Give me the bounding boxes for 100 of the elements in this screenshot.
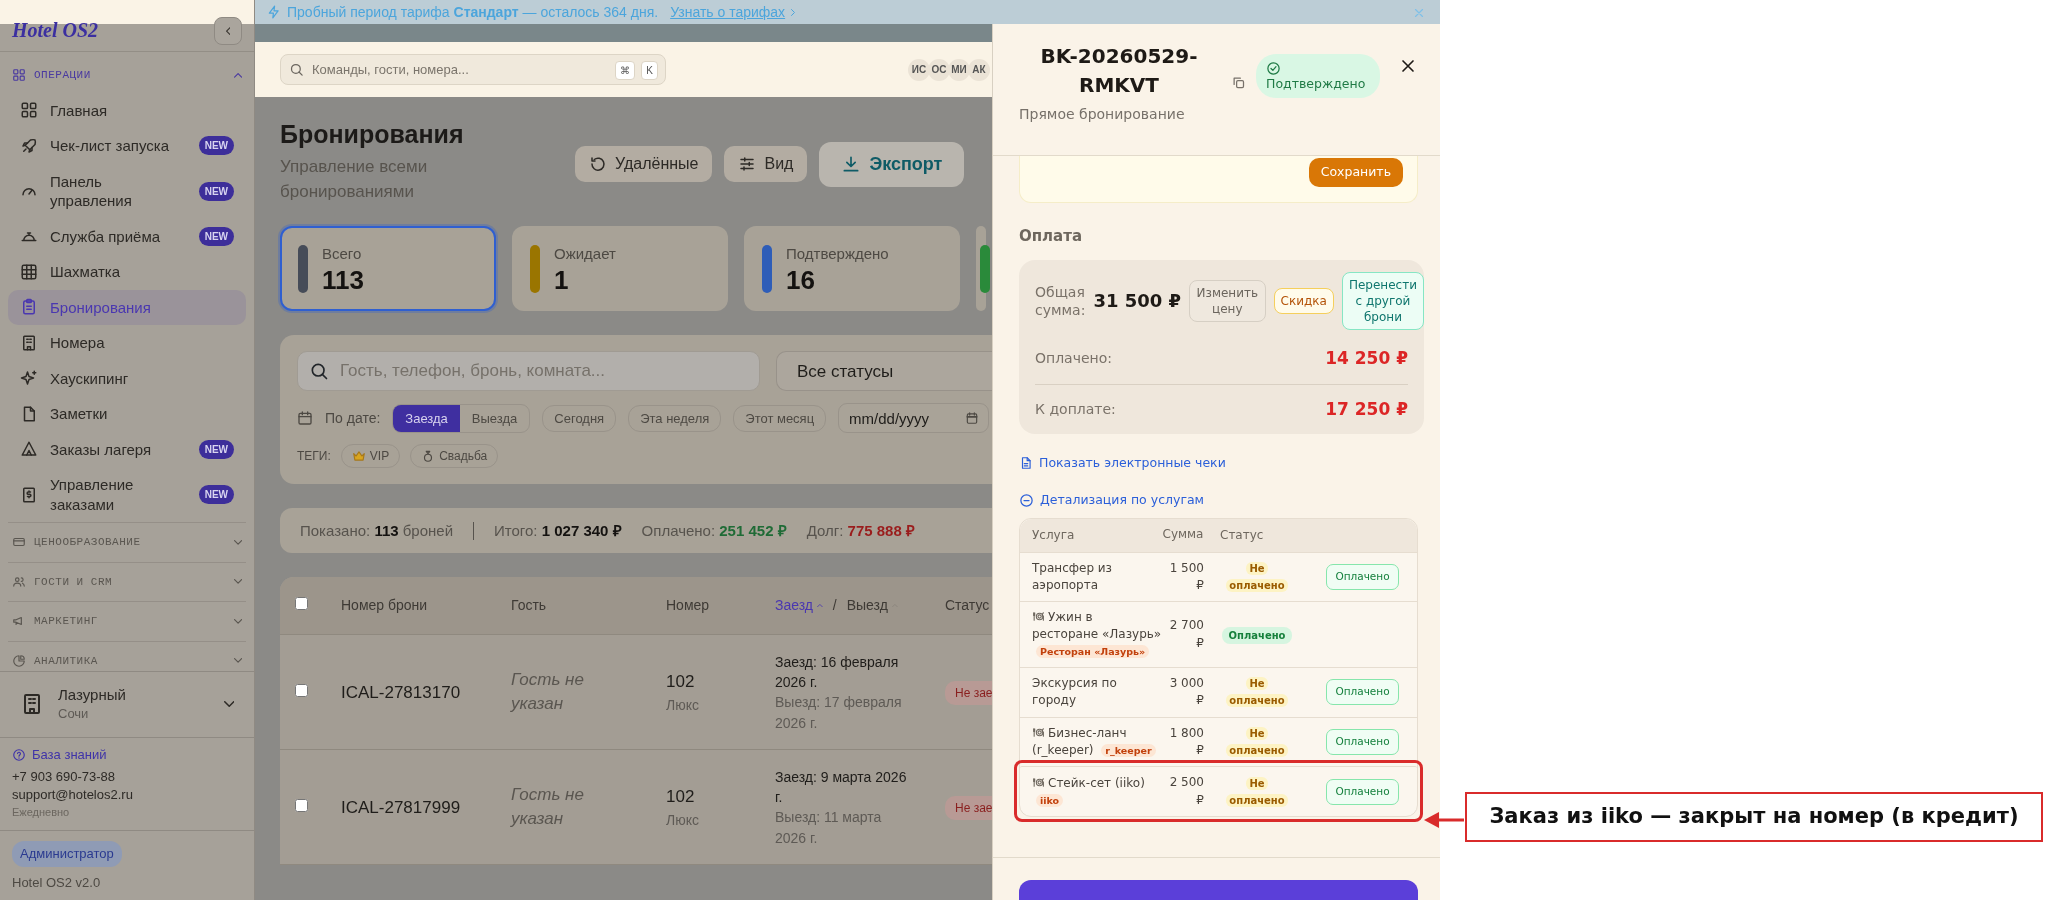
payment-action-button[interactable]: Перенести с другой брони: [1341, 271, 1424, 331]
service-name: Экскурсия по городу: [1031, 675, 1118, 709]
toolbar-button[interactable]: Удалённые: [575, 146, 713, 182]
unpaid-badge: Не оплачено: [1224, 774, 1290, 809]
booking-search-field[interactable]: Гость, телефон, бронь, комната...: [297, 351, 760, 392]
column-header: Статус: [945, 597, 990, 614]
pos-tag: Ресторан «Лазурь»: [1036, 644, 1150, 658]
column-separator: /: [832, 596, 837, 616]
room-number: 102: [666, 786, 696, 809]
unpaid-badge: Не оплачено: [1224, 724, 1290, 759]
paid-amount: 14 250 ₽: [1325, 347, 1408, 371]
column-header: Номер: [666, 597, 710, 614]
date-preset-chip[interactable]: Сегодня: [542, 404, 617, 433]
sortable-column-header[interactable]: Выезд: [846, 595, 888, 617]
column-header: Услуга: [1031, 526, 1076, 544]
service-name: Ужин в ресторане «Лазурь» Ресторан «Лазурь»: [1031, 609, 1162, 660]
summary-stat: Показано: 113 броней: [300, 520, 454, 541]
payment-action-button[interactable]: Изменить цену: [1189, 279, 1266, 322]
date-mode-toggle[interactable]: Заезда: [393, 404, 460, 433]
booking-number: ICAL-27817999: [341, 797, 461, 817]
guest-name: Гость не указан: [511, 783, 585, 831]
room-number: 102: [666, 671, 696, 694]
service-amount: 1 800 ₽: [1168, 724, 1205, 759]
new-badge: NEW: [198, 439, 234, 459]
stat-value: 16: [786, 265, 816, 295]
sidebar-item[interactable]: Номера: [8, 325, 246, 361]
date-mode-toggle[interactable]: Выезда: [459, 404, 530, 433]
pos-tag: r_keeper: [1101, 743, 1156, 757]
date-preset-chip[interactable]: Эта неделя: [628, 404, 722, 433]
date-field[interactable]: mm/dd/yyyy: [838, 403, 990, 434]
new-badge: NEW: [198, 136, 234, 156]
sidebar-item[interactable]: Заметки: [8, 396, 246, 432]
total-amount: 31 500 ₽: [1093, 289, 1182, 314]
stat-label: Всего: [322, 244, 363, 265]
sidebar-item[interactable]: Шахматка: [8, 254, 246, 290]
summary-stat: Оплачено: 251 452 ₽: [641, 520, 787, 541]
avatar[interactable]: АК: [968, 58, 990, 81]
mark-paid-button[interactable]: Оплачено: [1326, 778, 1399, 805]
breakdown-toggle[interactable]: Детализация по услугам: [1019, 490, 1418, 510]
date-preset-chip[interactable]: Этот месяц: [733, 404, 827, 433]
service-name: Бизнес-ланч (r_keeper) r_keeper: [1020, 725, 1162, 759]
checkin-date: Заезд: 9 марта 2026 г.: [775, 767, 907, 807]
sidebar-item[interactable]: Хаускипинг: [8, 360, 246, 396]
tags-label: ТЕГИ:: [297, 448, 331, 466]
avatar[interactable]: МИ: [948, 58, 970, 81]
unpaid-badge: Не оплачено: [1224, 675, 1290, 710]
section-header[interactable]: МАРКЕТИНГ: [8, 601, 246, 641]
trial-banner-text: Пробный период тарифа Стандарт — осталось 364 дня.: [287, 2, 659, 22]
column-header: Сумма: [1162, 526, 1205, 544]
avatar[interactable]: ИС: [908, 58, 930, 81]
property-name: Лазурный: [58, 685, 126, 704]
status-select[interactable]: Все статусы: [776, 351, 992, 392]
section-header[interactable]: ГОСТИ И CRM: [8, 561, 246, 601]
sidebar-item[interactable]: Панель управления NEW: [8, 163, 246, 219]
sidebar-item[interactable]: Заказы лагеря NEW: [8, 431, 246, 467]
page-subtitle: Управление всеми бронированиями: [280, 156, 429, 203]
column-header: Статус: [1219, 527, 1265, 545]
section-header[interactable]: ЦЕНООБРАЗОВАНИЕ: [8, 522, 246, 562]
mark-paid-button[interactable]: Оплачено: [1326, 729, 1399, 755]
sidebar-item[interactable]: Служба приёма NEW: [8, 218, 246, 254]
sidebar-item[interactable]: Управление заказами NEW: [8, 467, 246, 522]
sidebar-item[interactable]: Бронирования: [8, 289, 246, 325]
summary-stat: Итого: 1 027 340 ₽: [494, 520, 622, 541]
sortable-column-header[interactable]: Заезд: [775, 595, 813, 617]
checkin-date: Заезд: 16 февраля 2026 г.: [775, 652, 900, 692]
phone-text: +7 903 690-73-88: [12, 768, 116, 787]
stat-card[interactable]: Всего 113: [280, 226, 496, 312]
property-selector[interactable]: Лазурный Сочи: [0, 670, 254, 738]
sidebar-item[interactable]: Главная: [8, 92, 246, 128]
payment-action-button[interactable]: Скидка: [1273, 287, 1334, 314]
mark-paid-button[interactable]: Оплачено: [1326, 564, 1399, 590]
toolbar-button[interactable]: Экспорт: [819, 141, 965, 187]
receipts-link[interactable]: Показать электронные чеки: [1019, 454, 1418, 473]
callout-text: Заказ из iiko — закрыт на номер (в кредит): [1465, 792, 2043, 842]
booking-source: Прямое бронирование: [1019, 105, 1186, 124]
knowledge-base-link[interactable]: База знаний: [12, 746, 242, 765]
service-name: Трансфер из аэропорта: [1031, 560, 1113, 594]
stat-label: Подтверждено: [786, 244, 889, 265]
property-city: Сочи: [58, 704, 90, 723]
page-title: Бронирования: [280, 119, 465, 149]
save-button[interactable]: Сохранить: [1308, 158, 1403, 187]
status-badge: Не зае: [945, 680, 992, 705]
room-type: Люкс: [666, 810, 700, 830]
avatar[interactable]: ОС: [928, 58, 950, 81]
stat-card[interactable]: Ожидает 1: [512, 226, 728, 312]
service-amount: 1 500 ₽: [1168, 559, 1205, 594]
checkout-date: Выезд: 17 февраля 2026 г.: [775, 693, 903, 733]
mark-paid-button[interactable]: Оплачено: [1326, 679, 1399, 705]
section-header[interactable]: ОПЕРАЦИИ: [0, 58, 254, 93]
section-header[interactable]: АНАЛИТИКА: [8, 640, 246, 671]
shortcut-key: K: [641, 61, 658, 80]
stat-card[interactable]: Подтверждено 16: [744, 226, 960, 312]
hours-text: Ежедневно: [12, 804, 71, 820]
stat-label: Ожидает: [554, 244, 616, 265]
toolbar-button[interactable]: Вид: [724, 146, 808, 182]
shortcut-key: ⌘: [615, 61, 636, 80]
status-badge: Не зае: [945, 795, 992, 820]
due-label: К доплате:: [1035, 399, 1116, 419]
section-heading: Оплата: [1019, 226, 1084, 247]
sidebar-item[interactable]: Чек-лист запуска NEW: [8, 128, 246, 164]
